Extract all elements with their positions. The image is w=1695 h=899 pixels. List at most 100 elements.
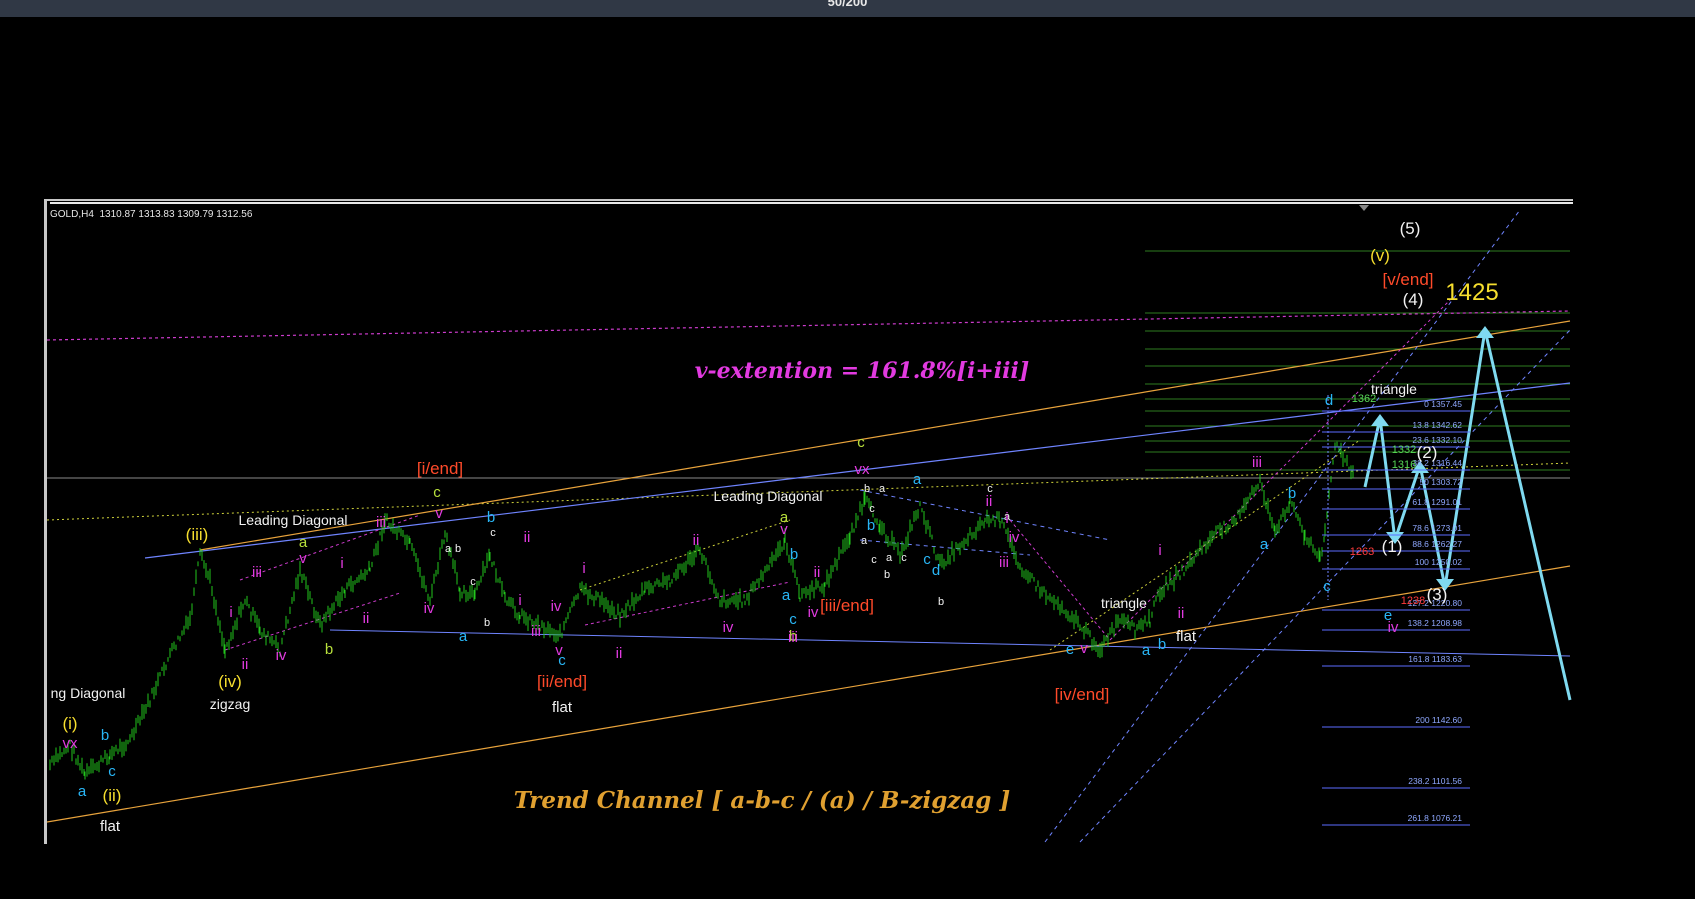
- fib-level-label: 261.8 1076.21: [1408, 813, 1463, 823]
- wave-label: vx: [855, 461, 871, 478]
- wave-label: (2): [1417, 443, 1438, 462]
- wave-label: b: [864, 483, 870, 495]
- wave-label: c: [1323, 578, 1331, 595]
- wave-label: c: [470, 576, 476, 588]
- wave-label: (5): [1400, 219, 1421, 238]
- price-candles: [49, 441, 1354, 780]
- wave-label: iii: [1252, 454, 1262, 471]
- wave-label: flat: [552, 699, 573, 716]
- fib-level-label: 200 1142.60: [1415, 715, 1462, 725]
- wave-label: iii: [531, 623, 541, 640]
- top-bar: 50/200: [0, 0, 1695, 17]
- wave-label: (4): [1403, 290, 1424, 309]
- wave-label: b: [484, 617, 490, 629]
- wave-label: a: [861, 535, 868, 547]
- wave-label: c: [901, 552, 907, 564]
- wave-label: b: [1288, 485, 1296, 502]
- wave-label: e: [1066, 641, 1074, 658]
- wave-label: ii: [986, 493, 993, 510]
- price-chart[interactable]: GOLD,H4 1310.87 1313.83 1309.79 1312.56 …: [44, 199, 1573, 844]
- wave-label: iv: [276, 647, 287, 664]
- wave-label: v: [1080, 640, 1088, 657]
- wave-label: [ii/end]: [537, 672, 587, 691]
- wave-label: Leading Diagonal: [714, 488, 823, 504]
- wave-label: (3): [1427, 585, 1448, 604]
- wave-label: ii: [814, 564, 821, 581]
- wave-label: flat: [1176, 628, 1197, 645]
- chart-canvas: 0 1357.4513.8 1342.6223.6 1332.1038.2 13…: [47, 209, 1572, 843]
- wave-label: iv: [1388, 619, 1399, 636]
- wave-label: v: [299, 550, 307, 567]
- wave-label: (ii): [103, 786, 122, 805]
- wave-label: a: [445, 543, 452, 555]
- wave-label: ii: [616, 645, 623, 662]
- wave-label: d: [932, 562, 940, 579]
- wave-label: v: [435, 505, 443, 522]
- wave-label: v: [780, 521, 788, 538]
- wave-label: flat: [100, 818, 121, 835]
- fib-level-label: 61.8 1291.01: [1412, 497, 1462, 507]
- wave-label: c: [108, 763, 116, 780]
- magenta-dashed-line: [47, 310, 1571, 341]
- wave-label: b: [867, 517, 875, 534]
- wave-label: [iv/end]: [1055, 685, 1110, 704]
- wave-label: zigzag: [210, 696, 250, 712]
- wave-label: b: [487, 509, 495, 526]
- wave-label: c: [433, 484, 441, 501]
- wave-label: c: [789, 611, 797, 628]
- wave-label: b: [884, 569, 890, 581]
- v-extension-title: v-extention = 161.8%[i+iii]: [695, 358, 1030, 384]
- wave-label: c: [871, 554, 877, 566]
- wave-label: i: [1158, 542, 1161, 559]
- wave-label: [i/end]: [417, 459, 463, 478]
- wave-label: vx: [63, 735, 79, 752]
- fib-level-label: 238.2 1101.56: [1408, 776, 1462, 786]
- price-marker-label: 1263: [1350, 546, 1374, 558]
- wave-label: c: [923, 551, 931, 568]
- wave-label: ng Diagonal: [51, 685, 126, 701]
- wave-label: i: [1005, 510, 1008, 527]
- trend-channel-title: Trend Channel [ a-b-c / (a) / B-zigzag ]: [514, 787, 1010, 814]
- wave-label: ii: [693, 532, 700, 549]
- wave-label: b: [101, 727, 109, 744]
- wave-label: c: [558, 652, 566, 669]
- wave-label: b: [325, 641, 333, 658]
- wave-label: (i): [62, 714, 77, 733]
- wave-label: b: [790, 546, 798, 563]
- target-label: 1425: [1445, 279, 1498, 306]
- channel-upper-line: [199, 320, 1571, 551]
- wave-label: a: [1142, 642, 1151, 659]
- price-marker-label: 1332: [1392, 444, 1416, 456]
- wave-label: a: [1260, 536, 1269, 553]
- fib-level-label: 50 1303.72: [1419, 477, 1462, 487]
- wave-label: Leading Diagonal: [239, 512, 348, 528]
- wave-label: c: [857, 434, 865, 451]
- image-counter: 50/200: [827, 0, 868, 9]
- wave-label: iv: [723, 619, 734, 636]
- price-marker-label: 1238: [1401, 595, 1425, 607]
- wave-label: a: [879, 483, 886, 495]
- wave-label: [iii/end]: [820, 596, 874, 615]
- wave-label: a: [886, 552, 893, 564]
- wave-label: iv: [551, 598, 562, 615]
- wave-label: iii: [999, 554, 1009, 571]
- diagonal-dashed: [1009, 519, 1111, 641]
- wave-label: iii: [376, 514, 386, 531]
- wave-label: iv: [424, 600, 435, 617]
- fib-level-label: 100 1250.02: [1415, 557, 1463, 567]
- wave-label: d: [1325, 392, 1333, 409]
- wave-label: a: [782, 587, 791, 604]
- wave-label: iv: [808, 604, 819, 621]
- wave-label: b: [455, 543, 461, 555]
- wave-label: ii: [242, 656, 249, 673]
- wave-label: [v/end]: [1382, 270, 1433, 289]
- wave-label: ii: [1178, 605, 1185, 622]
- fib-level-label: 13.8 1342.62: [1412, 420, 1462, 430]
- wave-label: ii: [363, 610, 370, 627]
- wave-label: ii: [524, 529, 531, 546]
- wave-label: (1): [1382, 537, 1403, 556]
- fib-level-label: 88.6 1262.27: [1412, 539, 1462, 549]
- fib-level-label: 0 1357.45: [1424, 399, 1462, 409]
- wave-label: a: [299, 534, 308, 551]
- wave-label: (iv): [218, 672, 242, 691]
